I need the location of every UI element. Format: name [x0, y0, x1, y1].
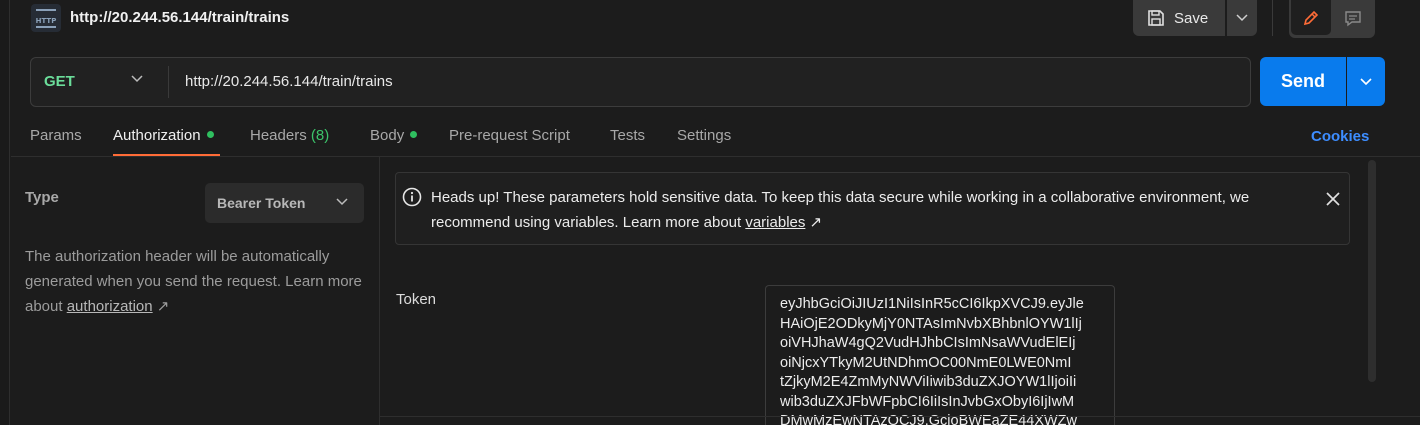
method-select[interactable]: GET: [44, 73, 75, 90]
token-input[interactable]: eyJhbGciOiJIUzI1NiIsInR5cCI6IkpXVCJ9.eyJ…: [765, 285, 1115, 425]
token-label: Token: [396, 291, 437, 308]
sensitive-data-banner: Heads up! These parameters hold sensitiv…: [395, 172, 1350, 245]
comment-icon: [1345, 10, 1361, 26]
tab-authorization[interactable]: Authorization: [113, 127, 214, 157]
close-icon[interactable]: [1325, 191, 1341, 207]
token-line: tZjkyM2E4ZmMyNWViIiwib3duZXJOYW1lIjoiIi: [780, 374, 1077, 390]
auth-type-label: Type: [25, 189, 59, 206]
tab-settings[interactable]: Settings: [677, 127, 731, 157]
tab-label: Authorization: [113, 127, 201, 144]
authorization-link[interactable]: authorization: [67, 298, 153, 315]
svg-text:HTTP: HTTP: [36, 17, 57, 25]
save-button[interactable]: Save: [1133, 0, 1225, 36]
tab-headers[interactable]: Headers (8): [250, 127, 329, 157]
tab-tests[interactable]: Tests: [610, 127, 645, 157]
send-options-button[interactable]: [1347, 57, 1385, 106]
save-options-button[interactable]: [1227, 0, 1257, 36]
url-input[interactable]: http://20.244.56.144/train/trains: [185, 73, 393, 90]
tab-label: Params: [30, 127, 82, 144]
cookies-link[interactable]: Cookies: [1311, 128, 1369, 145]
modified-dot: [206, 131, 214, 138]
token-line: DMwMzEwNTAzOCJ9.GcjoBWEaZE44XWZw: [780, 413, 1078, 425]
variables-link[interactable]: variables: [745, 214, 805, 231]
request-title[interactable]: http://20.244.56.144/train/trains: [70, 9, 289, 26]
send-button[interactable]: Send: [1260, 57, 1346, 106]
info-icon: [402, 187, 422, 207]
url-bar: GET http://20.244.56.144/train/trains: [30, 57, 1251, 107]
pane-divider: [379, 157, 380, 425]
banner-text: Heads up! These parameters hold sensitiv…: [431, 189, 1250, 231]
pencil-icon: [1303, 10, 1319, 25]
view-mode-toggle: [1289, 0, 1375, 38]
chevron-down-icon: [1236, 14, 1248, 22]
auth-type-select[interactable]: Bearer Token: [205, 183, 364, 223]
comment-mode-button[interactable]: [1333, 0, 1373, 35]
chevron-down-icon[interactable]: [131, 75, 143, 83]
tab-label: Settings: [677, 127, 732, 144]
save-icon: [1148, 10, 1164, 26]
tab-label: Tests: [610, 127, 646, 144]
modified-dot: [410, 131, 418, 138]
token-line: wib3duZXJFbWFpbCI6IiIsInJvbGxObyI6IjIwM: [780, 393, 1075, 410]
tab-label: Headers: [250, 127, 307, 144]
http-icon: HTTP: [31, 4, 61, 32]
tab-label: Pre-request Script: [449, 127, 570, 144]
chevron-down-icon: [1360, 77, 1372, 85]
token-line: HAiOjE2ODkyMjY0NTAsImNvbXBhbnlOYW1lIj: [780, 315, 1082, 332]
token-line: oiNjcxYTkyM2UtNDhmOC00NmE0LWE0NmI: [780, 354, 1072, 371]
token-line: oiVHJhaW4gQ2VudHJhbCIsImNsaWVudElEIj: [780, 335, 1076, 351]
external-link-icon: ↗: [156, 298, 170, 315]
edit-mode-button[interactable]: [1291, 0, 1331, 35]
vertical-scrollbar[interactable]: [1368, 160, 1376, 382]
banner-message: Heads up! These parameters hold sensitiv…: [431, 185, 1311, 235]
left-sidebar-edge: [0, 0, 10, 425]
auth-description: The authorization header will be automat…: [25, 244, 365, 319]
tab-label: Body: [370, 127, 405, 144]
save-label: Save: [1174, 9, 1209, 27]
url-divider: [168, 66, 169, 98]
tabs-divider: [11, 156, 1420, 157]
tab-body[interactable]: Body: [370, 127, 418, 157]
tab-pre-request-script[interactable]: Pre-request Script: [449, 127, 570, 157]
toolbar-divider: [1272, 0, 1273, 36]
headers-count: (8): [310, 127, 330, 144]
token-line: eyJhbGciOiJIUzI1NiIsInR5cCI6IkpXVCJ9.eyJ…: [780, 296, 1084, 312]
auth-type-value: Bearer Token: [217, 195, 306, 211]
chevron-down-icon: [336, 198, 348, 206]
tab-params[interactable]: Params: [30, 127, 82, 157]
external-link-icon: ↗: [809, 214, 823, 231]
bottom-divider: [380, 416, 1420, 417]
